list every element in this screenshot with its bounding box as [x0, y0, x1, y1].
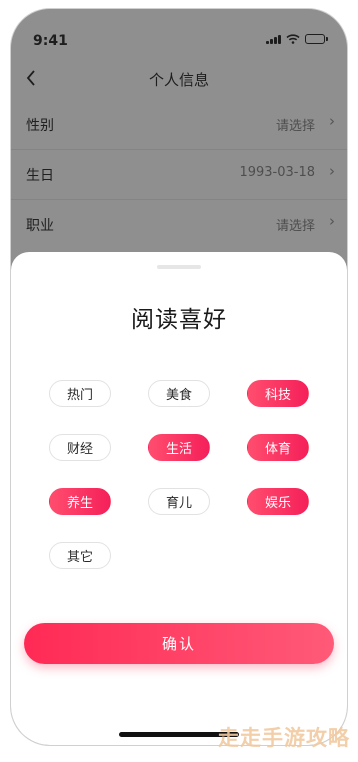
signal-icon [266, 34, 281, 44]
row-value: 1993-03-18 [239, 165, 315, 180]
status-icons [266, 34, 325, 44]
chip[interactable]: 美食 [148, 380, 210, 407]
chip-selected[interactable]: 娱乐 [247, 488, 309, 515]
status-time: 9:41 [33, 33, 68, 49]
sheet-title: 阅读喜好 [11, 300, 347, 334]
chip-selected[interactable]: 生活 [148, 434, 210, 461]
chip-selected[interactable]: 体育 [247, 434, 309, 461]
chevron-right-icon: › [329, 212, 335, 230]
row-label: 生日 [26, 165, 54, 185]
status-bar: 9:41 [11, 9, 347, 63]
chevron-right-icon: › [329, 112, 335, 130]
chip-selected[interactable]: 科技 [247, 380, 309, 407]
page-title: 个人信息 [11, 69, 347, 90]
phone-screen: 9:41 个人信息 性别 请选择 › 生日 1993-03-18 › 职业 请选 [10, 8, 348, 746]
nav-bar: 个人信息 [11, 63, 347, 99]
preference-chips: 热门 美食 科技 财经 生活 体育 养生 育儿 娱乐 其它 [49, 380, 309, 569]
row-value: 请选择 [276, 115, 315, 134]
chip[interactable]: 育儿 [148, 488, 210, 515]
wifi-icon [286, 34, 300, 44]
row-label: 职业 [26, 215, 54, 235]
row-birthday[interactable]: 生日 1993-03-18 › [11, 150, 347, 200]
confirm-button[interactable]: 确认 [24, 623, 334, 664]
chip-selected[interactable]: 养生 [49, 488, 111, 515]
row-gender[interactable]: 性别 请选择 › [11, 100, 347, 150]
chevron-right-icon: › [329, 162, 335, 180]
sheet-drag-handle[interactable] [157, 265, 201, 269]
row-label: 性别 [26, 115, 54, 135]
watermark-logo: 走走手游攻略 [218, 722, 350, 752]
reading-preference-sheet: 阅读喜好 热门 美食 科技 财经 生活 体育 养生 育儿 娱乐 其它 确认 [11, 252, 347, 745]
chip[interactable]: 财经 [49, 434, 111, 461]
chip[interactable]: 其它 [49, 542, 111, 569]
chip[interactable]: 热门 [49, 380, 111, 407]
battery-icon [305, 34, 325, 44]
row-occupation[interactable]: 职业 请选择 › [11, 200, 347, 249]
row-value: 请选择 [276, 215, 315, 234]
